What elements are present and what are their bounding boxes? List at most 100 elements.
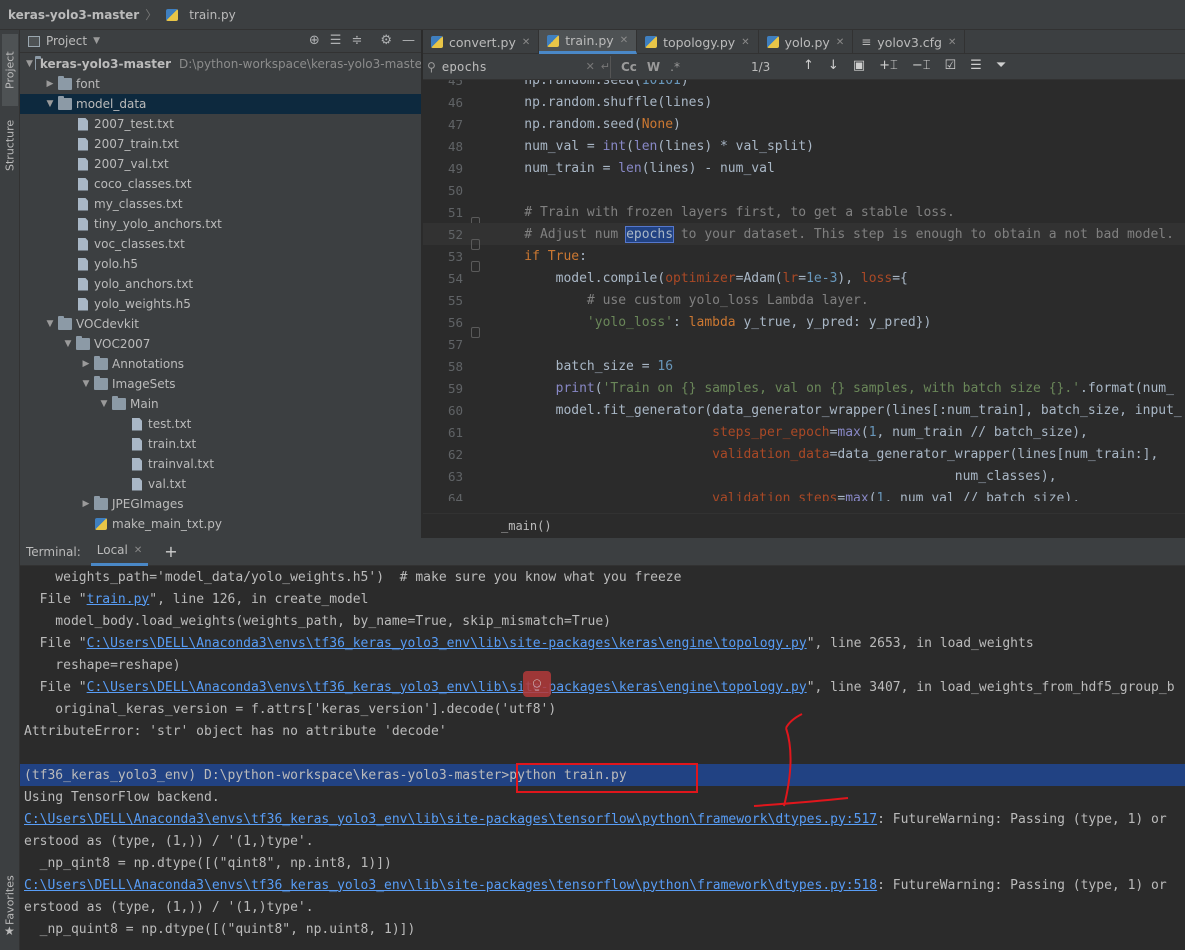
find-field[interactable]: ⚲ epochs ✕ ↵ xyxy=(423,55,611,78)
file-link[interactable]: C:\Users\DELL\Anaconda3\envs\tf36_keras_… xyxy=(24,812,877,827)
tree-toggle-icon[interactable]: ▼ xyxy=(62,339,74,349)
function-breadcrumb[interactable]: _main() xyxy=(501,519,552,533)
close-icon[interactable]: ✕ xyxy=(134,545,142,556)
code-token: : xyxy=(673,314,689,330)
expand-all-icon[interactable]: ☰ xyxy=(330,33,342,48)
tree-item[interactable]: 2007_train.txt xyxy=(20,134,421,154)
tree-item[interactable]: trainval.txt xyxy=(20,454,421,474)
editor-tab[interactable]: ≡ yolov3.cfg ✕ xyxy=(853,30,966,54)
tree-item[interactable]: 2007_test.txt xyxy=(20,114,421,134)
tree-item[interactable]: ▶ font xyxy=(20,74,421,94)
breadcrumb-file[interactable]: train.py xyxy=(189,8,235,22)
tree-item[interactable]: 2007_val.txt xyxy=(20,154,421,174)
find-input-value[interactable]: epochs xyxy=(442,59,580,74)
structure-tool-tab[interactable]: Structure xyxy=(2,110,18,180)
file-link[interactable]: train.py xyxy=(87,592,150,607)
tree-item[interactable]: ▼ Main xyxy=(20,394,421,414)
close-icon[interactable]: ✕ xyxy=(836,37,844,48)
tree-item[interactable]: ▼ model_data xyxy=(20,94,421,114)
editor-tab[interactable]: yolo.py ✕ xyxy=(759,30,854,54)
code-editor[interactable]: 45 np.random.seed(10101) 46 np.random.shu… xyxy=(423,80,1185,501)
tree-toggle-icon[interactable]: ▶ xyxy=(80,499,92,509)
code-line: 62 validation_data=data_generator_wrappe… xyxy=(423,443,1185,465)
folder-icon xyxy=(58,316,72,330)
tree-toggle-icon[interactable]: ▶ xyxy=(44,79,56,89)
close-icon[interactable]: ✕ xyxy=(522,37,530,48)
breadcrumb-project[interactable]: keras-yolo3-master xyxy=(8,8,139,22)
tree-item[interactable]: voc_classes.txt xyxy=(20,234,421,254)
editor-tab[interactable]: topology.py ✕ xyxy=(637,30,759,54)
tree-item[interactable]: test.txt xyxy=(20,414,421,434)
code-line: 58 batch_size = 16 xyxy=(423,355,1185,377)
select-all-occurrences-icon[interactable]: ☑ xyxy=(945,58,957,73)
project-panel-title[interactable]: Project xyxy=(46,34,87,48)
tree-item-label: make_main_txt.py xyxy=(112,517,222,531)
close-icon[interactable]: ✕ xyxy=(741,37,749,48)
terminal-tab-local[interactable]: Local ✕ xyxy=(90,538,149,566)
editor-tab[interactable]: train.py ✕ xyxy=(539,30,638,54)
regex-button[interactable]: .* xyxy=(670,60,680,74)
terminal-output[interactable]: weights_path='model_data/yolo_weights.h5… xyxy=(20,566,1185,940)
file-link[interactable]: C:\Users\DELL\Anaconda3\envs\tf36_keras_… xyxy=(87,680,807,695)
tree-item[interactable]: val.txt xyxy=(20,474,421,494)
close-icon[interactable]: ✕ xyxy=(620,35,628,46)
floating-badge-icon[interactable]: ⍜ xyxy=(523,671,551,697)
tree-item[interactable]: yolo_anchors.txt xyxy=(20,274,421,294)
code-token: True xyxy=(547,248,580,264)
tree-item[interactable]: ▼ keras-yolo3-master D:\python-workspace\k… xyxy=(20,54,421,74)
tree-toggle-icon[interactable]: ▶ xyxy=(80,359,92,369)
whole-word-button[interactable]: W xyxy=(647,60,660,74)
clear-icon[interactable]: ✕ xyxy=(586,60,595,73)
match-case-button[interactable]: Cc xyxy=(621,60,637,74)
open-in-window-icon[interactable]: ▣ xyxy=(853,58,865,73)
locate-icon[interactable]: ⊕ xyxy=(309,33,320,48)
editor-tab[interactable]: convert.py ✕ xyxy=(423,30,540,54)
filter-icon[interactable]: ⏷ xyxy=(996,58,1006,73)
line-number: 52 xyxy=(447,226,463,242)
file-link[interactable]: C:\Users\DELL\Anaconda3\envs\tf36_keras_… xyxy=(87,636,807,651)
tree-item[interactable]: train.txt xyxy=(20,434,421,454)
tree-item[interactable]: ▶ JPEGImages xyxy=(20,494,421,514)
code-token: steps_per_epoch xyxy=(712,424,830,440)
tree-item[interactable]: yolo.h5 xyxy=(20,254,421,274)
file-link[interactable]: C:\Users\DELL\Anaconda3\envs\tf36_keras_… xyxy=(24,878,877,893)
minimize-icon[interactable]: — xyxy=(402,33,415,48)
tree-toggle-icon[interactable]: ▼ xyxy=(44,319,56,329)
project-tool-tab[interactable]: Project xyxy=(2,34,18,106)
tree-toggle-icon[interactable]: ▼ xyxy=(26,59,33,69)
code-text: steps_per_epoch=max(1, num_train // batc… xyxy=(493,425,1088,440)
close-icon[interactable]: ✕ xyxy=(948,37,956,48)
tree-toggle-icon[interactable]: ▼ xyxy=(80,379,92,389)
arrow-up-icon[interactable]: ↑ xyxy=(803,58,814,73)
chevron-down-icon[interactable]: ▼ xyxy=(93,36,100,46)
tree-item[interactable]: ▼ ImageSets xyxy=(20,374,421,394)
tree-item-label: coco_classes.txt xyxy=(94,177,192,191)
terminal-text: weights_path='model_data/yolo_weights.h5… xyxy=(24,569,682,585)
add-selection-icon[interactable]: +⌶ xyxy=(879,58,898,73)
tree-item[interactable]: tiny_yolo_anchors.txt xyxy=(20,214,421,234)
newline-icon[interactable]: ↵ xyxy=(601,60,610,73)
code-line: 53 if True: xyxy=(423,245,1185,272)
tree-item[interactable]: ▼ VOC2007 xyxy=(20,334,421,354)
multiline-icon[interactable]: ☰ xyxy=(970,58,982,73)
terminal-text: reshape=reshape) xyxy=(24,657,181,673)
tree-item[interactable]: yolo_weights.h5 xyxy=(20,294,421,314)
code-token: optimizer xyxy=(665,270,736,286)
collapse-all-icon[interactable]: ≑ xyxy=(351,33,362,48)
tree-item[interactable]: my_classes.txt xyxy=(20,194,421,214)
code-text: np.random.seed(10101) xyxy=(493,80,688,88)
editor-tab-bar: convert.py ✕ train.py ✕ topology.py ✕ yolo.py ✕… xyxy=(423,30,1185,54)
new-terminal-icon[interactable]: + xyxy=(164,542,177,561)
tree-item[interactable]: coco_classes.txt xyxy=(20,174,421,194)
tree-item[interactable]: ▼ VOCdevkit xyxy=(20,314,421,334)
terminal-text: erstood as (type, (1,)) / '(1,)type'. xyxy=(24,833,314,849)
tree-item[interactable]: make_main_txt.py xyxy=(20,514,421,534)
tree-toggle-icon[interactable]: ▼ xyxy=(98,399,110,409)
remove-selection-icon[interactable]: −⌶ xyxy=(912,58,931,73)
tree-item[interactable]: ▶ Annotations xyxy=(20,354,421,374)
arrow-down-icon[interactable]: ↓ xyxy=(828,58,839,73)
code-token: validation_data xyxy=(712,446,830,462)
code-token: batch_size = xyxy=(493,358,658,374)
tree-toggle-icon[interactable]: ▼ xyxy=(44,99,56,109)
gear-icon[interactable]: ⚙ xyxy=(380,33,392,48)
